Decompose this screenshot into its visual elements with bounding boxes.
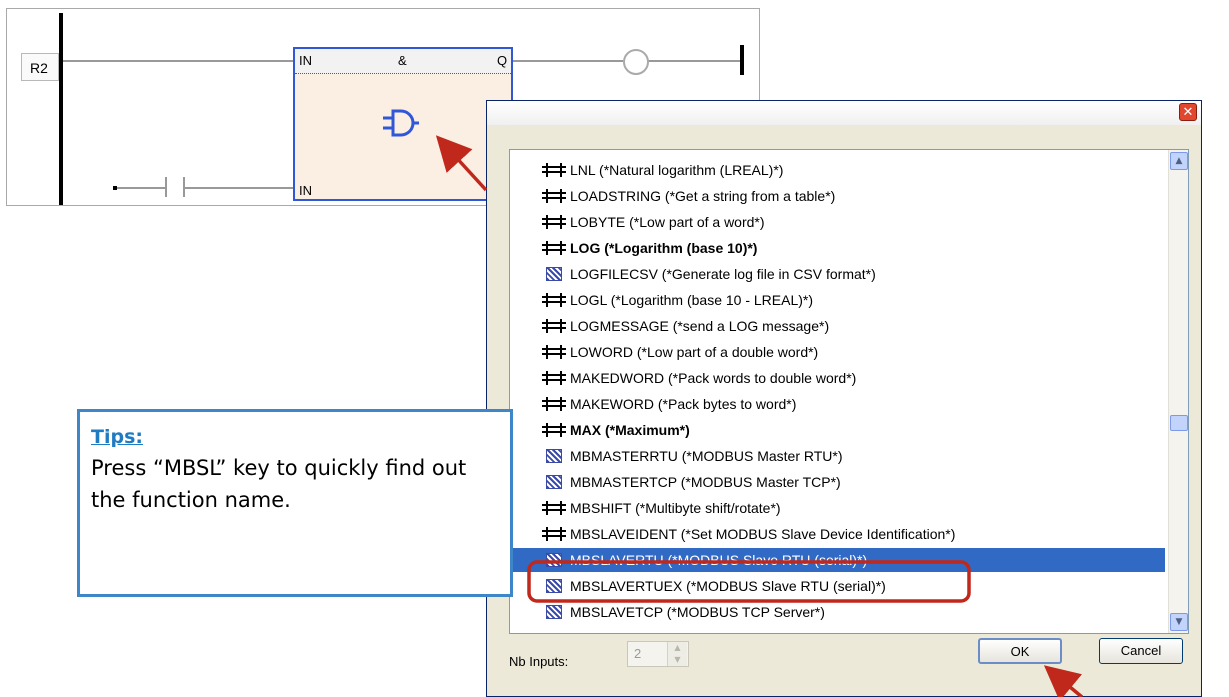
contact-wire-right bbox=[185, 187, 293, 189]
list-item[interactable]: MBSLAVERTU (*MODBUS Slave RTU (serial)*) bbox=[510, 548, 1165, 572]
vertical-scrollbar[interactable]: ▲ ▼ bbox=[1168, 150, 1188, 633]
block-pin-in1: IN bbox=[299, 53, 312, 68]
list-item[interactable]: LOWORD (*Low part of a double word*) bbox=[510, 340, 1165, 364]
function-icon bbox=[542, 423, 566, 437]
rung-label: R2 bbox=[21, 53, 59, 81]
tips-body: Press “MBSL” key to quickly find out the… bbox=[91, 456, 467, 512]
list-item-label: MBSLAVEIDENT (*Set MODBUS Slave Device I… bbox=[570, 526, 956, 542]
list-item-label: LOGFILECSV (*Generate log file in CSV fo… bbox=[570, 266, 876, 282]
function-select-dialog: ✕ LNL (*Natural logarithm (LREAL)*) LOADS… bbox=[486, 100, 1202, 697]
list-item[interactable]: LOADSTRING (*Get a string from a table*) bbox=[510, 184, 1165, 208]
function-block-icon bbox=[546, 475, 562, 489]
list-item-label: LOBYTE (*Low part of a word*) bbox=[570, 214, 765, 230]
function-block-icon bbox=[546, 553, 562, 567]
list-item-label: LNL (*Natural logarithm (LREAL)*) bbox=[570, 162, 784, 178]
ok-button[interactable]: OK bbox=[978, 638, 1062, 664]
list-item-label: MBMASTERTCP (*MODBUS Master TCP*) bbox=[570, 474, 841, 490]
list-item-label: LOGMESSAGE (*send a LOG message*) bbox=[570, 318, 830, 334]
rung-wire-top bbox=[63, 60, 293, 62]
block-pin-in2: IN bbox=[299, 183, 312, 198]
list-item-label: MAKEWORD (*Pack bytes to word*) bbox=[570, 396, 797, 412]
list-item[interactable]: MBMASTERTCP (*MODBUS Master TCP*) bbox=[510, 470, 1165, 494]
list-item[interactable]: MBSLAVETCP (*MODBUS TCP Server*) bbox=[510, 600, 1165, 624]
list-item[interactable]: LOG (*Logarithm (base 10)*) bbox=[510, 236, 1165, 260]
function-icon bbox=[542, 215, 566, 229]
list-item-label: LOGL (*Logarithm (base 10 - LREAL)*) bbox=[570, 292, 814, 308]
list-item-label: MBMASTERRTU (*MODBUS Master RTU*) bbox=[570, 448, 843, 464]
list-item[interactable]: LOGFILECSV (*Generate log file in CSV fo… bbox=[510, 262, 1165, 286]
and-gate-icon bbox=[383, 109, 419, 137]
function-icon bbox=[542, 345, 566, 359]
list-item-label: MAX (*Maximum*) bbox=[570, 422, 690, 438]
list-item[interactable]: MAKEWORD (*Pack bytes to word*) bbox=[510, 392, 1165, 416]
nb-inputs-label: Nb Inputs: bbox=[509, 654, 569, 669]
list-item[interactable]: LOGMESSAGE (*send a LOG message*) bbox=[510, 314, 1165, 338]
coil-icon[interactable] bbox=[623, 49, 649, 75]
right-rail-end bbox=[740, 45, 744, 75]
list-item-label: MBSLAVERTU (*MODBUS Slave RTU (serial)*) bbox=[570, 552, 868, 568]
function-icon bbox=[542, 501, 566, 515]
function-block-icon bbox=[546, 267, 562, 281]
contact-wire-left bbox=[117, 187, 165, 189]
list-item[interactable]: LNL (*Natural logarithm (LREAL)*) bbox=[510, 158, 1165, 182]
list-item-label: MAKEDWORD (*Pack words to double word*) bbox=[570, 370, 857, 386]
left-power-rail bbox=[59, 13, 63, 205]
function-icon bbox=[542, 371, 566, 385]
list-item[interactable]: MAX (*Maximum*) bbox=[510, 418, 1165, 442]
list-item[interactable]: MBSLAVERTUEX (*MODBUS Slave RTU (serial)… bbox=[510, 574, 1165, 598]
spin-up-icon[interactable]: ▲ bbox=[668, 642, 687, 654]
function-icon bbox=[542, 163, 566, 177]
list-item[interactable]: LOGL (*Logarithm (base 10 - LREAL)*) bbox=[510, 288, 1165, 312]
list-item-label: MBSLAVERTUEX (*MODBUS Slave RTU (serial)… bbox=[570, 578, 886, 594]
function-icon bbox=[542, 397, 566, 411]
list-item-label: LOWORD (*Low part of a double word*) bbox=[570, 344, 819, 360]
function-block-icon bbox=[546, 449, 562, 463]
list-item-label: LOG (*Logarithm (base 10)*) bbox=[570, 240, 758, 256]
tips-title: Tips: bbox=[91, 426, 143, 448]
list-item-label: MBSLAVETCP (*MODBUS TCP Server*) bbox=[570, 604, 825, 620]
output-wire bbox=[513, 60, 623, 62]
list-item-label: LOADSTRING (*Get a string from a table*) bbox=[570, 188, 836, 204]
function-icon bbox=[542, 189, 566, 203]
list-item[interactable]: MBMASTERRTU (*MODBUS Master RTU*) bbox=[510, 444, 1165, 468]
block-pin-out: Q bbox=[497, 53, 508, 68]
contact-icon[interactable] bbox=[165, 177, 167, 197]
function-block-icon bbox=[546, 579, 562, 593]
function-icon bbox=[542, 241, 566, 255]
cancel-button[interactable]: Cancel bbox=[1099, 638, 1183, 664]
list-item[interactable]: MBSHIFT (*Multibyte shift/rotate*) bbox=[510, 496, 1165, 520]
and-function-block[interactable]: IN & Q IN bbox=[293, 47, 513, 201]
list-item[interactable]: MAKEDWORD (*Pack words to double word*) bbox=[510, 366, 1165, 390]
scroll-thumb[interactable] bbox=[1170, 415, 1188, 431]
list-item[interactable]: MBSLAVEIDENT (*Set MODBUS Slave Device I… bbox=[510, 522, 1165, 546]
function-block-icon bbox=[546, 605, 562, 619]
function-list[interactable]: LNL (*Natural logarithm (LREAL)*) LOADSTR… bbox=[509, 149, 1189, 634]
list-item-label: MBSHIFT (*Multibyte shift/rotate*) bbox=[570, 500, 781, 516]
function-icon bbox=[542, 293, 566, 307]
scroll-up-button[interactable]: ▲ bbox=[1170, 152, 1188, 170]
spin-down-icon[interactable]: ▼ bbox=[668, 654, 687, 666]
nb-inputs-spinner[interactable]: ▲ ▼ bbox=[667, 642, 687, 666]
function-icon bbox=[542, 319, 566, 333]
dialog-titlebar: ✕ bbox=[487, 101, 1201, 125]
tips-callout: Tips: Press “MBSL” key to quickly find o… bbox=[77, 409, 513, 597]
scroll-down-button[interactable]: ▼ bbox=[1170, 613, 1188, 631]
block-operator: & bbox=[398, 53, 407, 68]
close-button[interactable]: ✕ bbox=[1179, 103, 1197, 121]
coil-wire bbox=[647, 60, 740, 62]
list-item[interactable]: LOBYTE (*Low part of a word*) bbox=[510, 210, 1165, 234]
function-icon bbox=[542, 527, 566, 541]
